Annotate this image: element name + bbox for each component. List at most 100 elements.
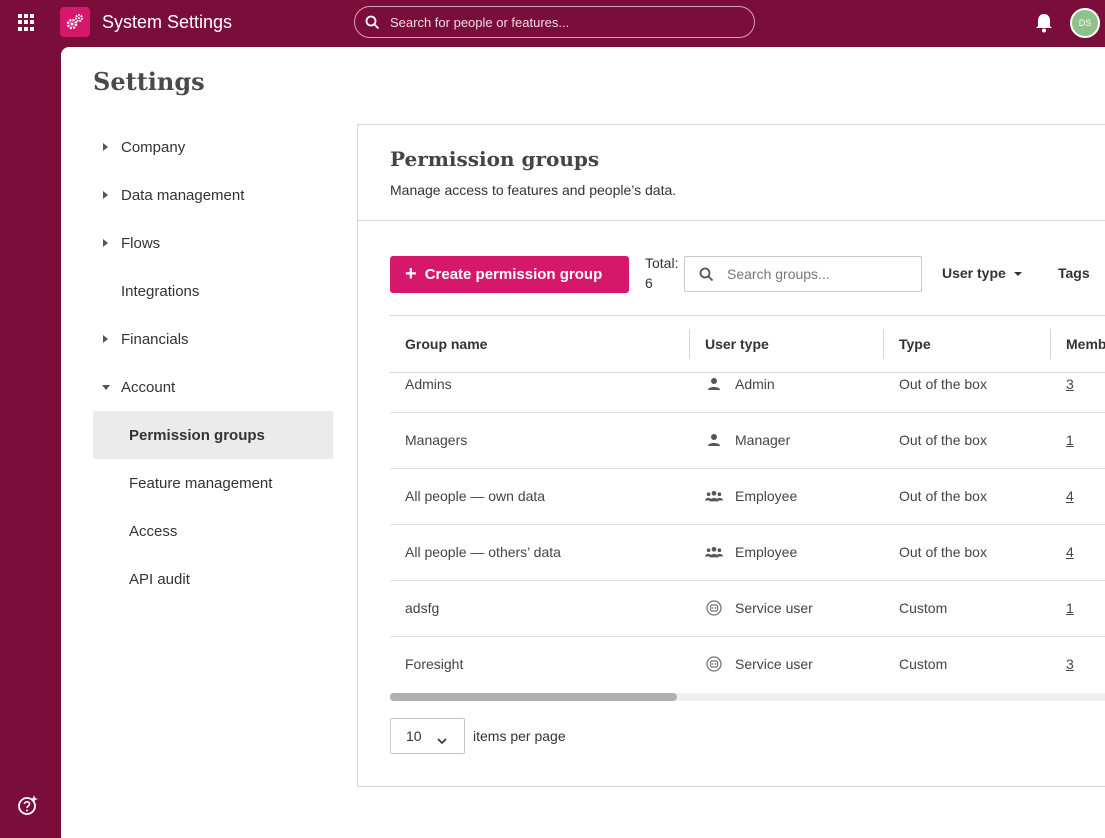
column-header-members[interactable]: Members bbox=[1066, 336, 1105, 352]
group-name-cell[interactable]: Foresight bbox=[405, 656, 463, 672]
sidebar-item-flows[interactable]: Flows bbox=[93, 219, 333, 267]
create-button-label: Create permission group bbox=[424, 266, 603, 283]
sidebar-item-label: Account bbox=[121, 378, 176, 396]
help-sparkle-icon[interactable] bbox=[17, 794, 39, 821]
type-cell: Out of the box bbox=[899, 376, 987, 392]
sidebar-item-permission-groups[interactable]: Permission groups bbox=[93, 411, 333, 459]
global-search-input[interactable] bbox=[390, 7, 740, 37]
column-header-type[interactable]: Type bbox=[899, 336, 931, 352]
panel-subtitle: Manage access to features and people’s d… bbox=[390, 182, 677, 198]
members-count-link[interactable]: 3 bbox=[1066, 656, 1074, 672]
column-separator bbox=[689, 329, 690, 359]
table-row[interactable]: adsfg Service user Custom 1 bbox=[390, 581, 1105, 637]
group-name-cell[interactable]: All people — own data bbox=[405, 488, 545, 504]
user-type-filter[interactable]: User type bbox=[942, 265, 1022, 281]
caret-right-icon bbox=[103, 191, 108, 199]
total-label: Total: bbox=[645, 255, 679, 271]
robot-icon bbox=[705, 600, 723, 616]
sidebar-item-data-management[interactable]: Data management bbox=[93, 171, 333, 219]
person-icon bbox=[705, 377, 723, 391]
sidebar-item-label: Access bbox=[129, 522, 178, 540]
user-avatar[interactable]: DS bbox=[1070, 8, 1100, 38]
items-per-page-label: items per page bbox=[473, 728, 566, 744]
table-row[interactable]: All people — others’ data Employee Out o… bbox=[390, 525, 1105, 581]
panel-title: Permission groups bbox=[390, 147, 600, 171]
table-row[interactable]: Managers Manager Out of the box 1 bbox=[390, 413, 1105, 469]
app-launcher-grid-icon[interactable] bbox=[18, 14, 35, 31]
table-row[interactable]: Admins Admin Out of the box 3 bbox=[390, 373, 1105, 413]
app-title: System Settings bbox=[102, 12, 233, 32]
type-cell: Custom bbox=[899, 600, 948, 616]
caret-right-icon bbox=[103, 143, 108, 151]
user-type-label: Employee bbox=[735, 544, 798, 560]
table-row[interactable]: Foresight Service user Custom 3 bbox=[390, 637, 1105, 693]
search-icon bbox=[365, 15, 380, 35]
type-cell: Out of the box bbox=[899, 432, 987, 448]
group-search-input[interactable] bbox=[727, 257, 917, 291]
page-title: Settings bbox=[93, 67, 205, 96]
table-row[interactable]: All people — own data Employee Out of th… bbox=[390, 469, 1105, 525]
settings-sidebar: Company Data management Flows Integratio… bbox=[93, 123, 333, 603]
horizontal-scrollbar[interactable] bbox=[390, 693, 1105, 701]
sidebar-item-label: Flows bbox=[121, 234, 161, 252]
sidebar-item-feature-management[interactable]: Feature management bbox=[93, 459, 333, 507]
sidebar-item-access[interactable]: Access bbox=[93, 507, 333, 555]
type-cell: Out of the box bbox=[899, 488, 987, 504]
sidebar-item-company[interactable]: Company bbox=[93, 123, 333, 171]
members-count-link[interactable]: 4 bbox=[1066, 488, 1074, 504]
sidebar-item-label: Financials bbox=[121, 330, 189, 348]
group-name-cell[interactable]: Admins bbox=[405, 376, 452, 392]
permission-groups-panel: Permission groups Manage access to featu… bbox=[357, 124, 1105, 787]
create-permission-group-button[interactable]: + Create permission group bbox=[390, 256, 629, 293]
table-body: Admins Admin Out of the box 3 Managers M… bbox=[390, 373, 1105, 693]
members-count-link[interactable]: 1 bbox=[1066, 600, 1074, 616]
user-type-cell: Service user bbox=[705, 656, 813, 672]
sidebar-item-label: Company bbox=[121, 138, 186, 156]
user-type-label: Manager bbox=[735, 432, 791, 448]
items-per-page-select[interactable]: 10 bbox=[390, 718, 465, 754]
sidebar-item-label: Permission groups bbox=[129, 426, 265, 444]
sidebar-item-label: Feature management bbox=[129, 474, 273, 492]
user-type-label: Employee bbox=[735, 488, 798, 504]
members-count-link[interactable]: 3 bbox=[1066, 376, 1074, 392]
column-separator bbox=[1050, 329, 1051, 359]
sidebar-item-account[interactable]: Account bbox=[93, 363, 333, 411]
total-count: Total: 6 bbox=[645, 253, 687, 293]
group-name-cell[interactable]: adsfg bbox=[405, 600, 439, 616]
robot-icon bbox=[705, 656, 723, 672]
members-count-link[interactable]: 1 bbox=[1066, 432, 1074, 448]
user-type-label: Service user bbox=[735, 656, 813, 672]
sidebar-item-integrations[interactable]: Integrations bbox=[93, 267, 333, 315]
column-separator bbox=[883, 329, 884, 359]
chevron-down-icon bbox=[437, 732, 447, 748]
main-content: Settings Company Data management Flows I… bbox=[61, 47, 1105, 838]
group-search[interactable] bbox=[684, 256, 922, 292]
total-value: 6 bbox=[645, 275, 653, 291]
user-type-cell: Manager bbox=[705, 432, 790, 448]
user-type-cell: Service user bbox=[705, 600, 813, 616]
caret-down-icon bbox=[102, 385, 110, 390]
dropdown-arrow-icon bbox=[1013, 272, 1022, 277]
sidebar-item-api-audit[interactable]: API audit bbox=[93, 555, 333, 603]
search-icon bbox=[699, 267, 714, 287]
members-count-link[interactable]: 4 bbox=[1066, 544, 1074, 560]
scrollbar-thumb[interactable] bbox=[390, 693, 677, 701]
sidebar-item-financials[interactable]: Financials bbox=[93, 315, 333, 363]
user-type-filter-label: User type bbox=[942, 265, 1006, 281]
divider bbox=[358, 220, 1105, 221]
column-header-user-type[interactable]: User type bbox=[705, 336, 769, 352]
notifications-bell-icon[interactable] bbox=[1034, 12, 1054, 39]
caret-right-icon bbox=[103, 239, 108, 247]
group-name-cell[interactable]: All people — others’ data bbox=[405, 544, 561, 560]
top-bar: System Settings DS bbox=[0, 0, 1105, 47]
user-type-cell: Employee bbox=[705, 544, 797, 560]
column-header-group-name[interactable]: Group name bbox=[405, 336, 487, 352]
group-name-cell[interactable]: Managers bbox=[405, 432, 467, 448]
global-search[interactable] bbox=[354, 6, 755, 38]
type-cell: Out of the box bbox=[899, 544, 987, 560]
user-type-label: Admin bbox=[735, 376, 775, 392]
people-group-icon bbox=[705, 545, 723, 559]
user-type-cell: Employee bbox=[705, 488, 797, 504]
type-cell: Custom bbox=[899, 656, 948, 672]
tags-filter[interactable]: Tags bbox=[1058, 265, 1090, 281]
